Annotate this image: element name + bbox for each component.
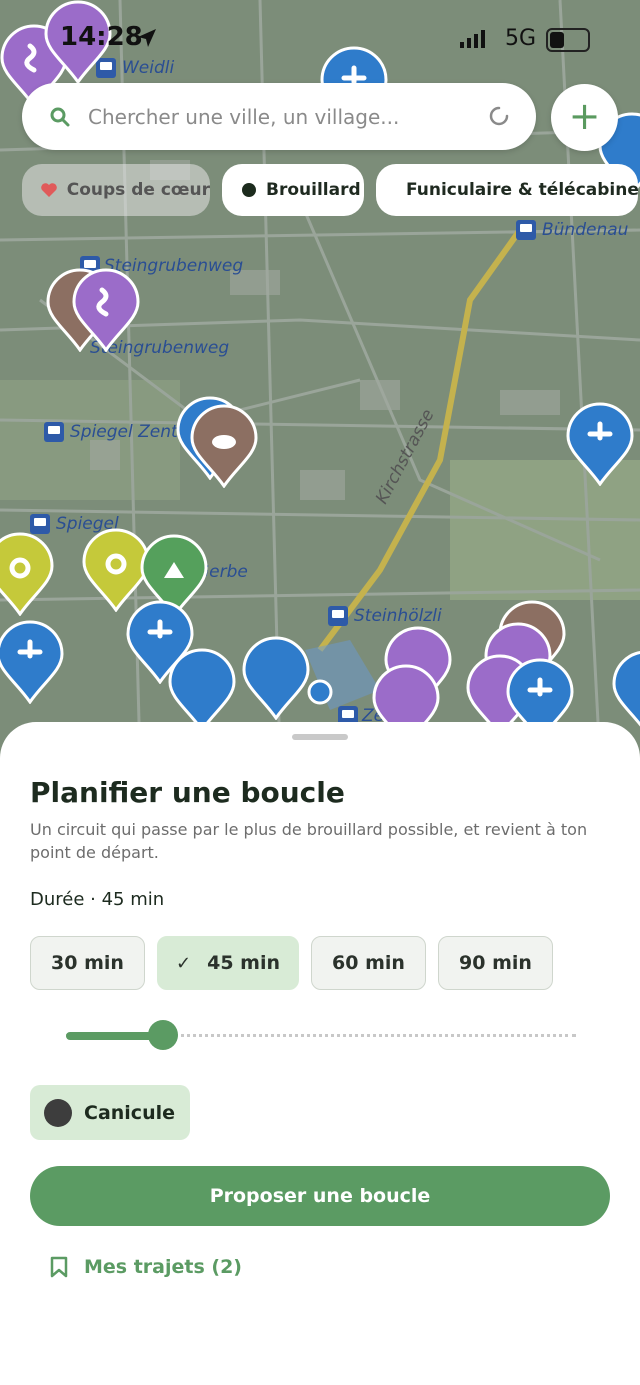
heart-icon [41,183,57,197]
filter-chip-label: Brouillard [266,180,361,200]
filter-chip-fog[interactable]: Brouillard [222,164,364,216]
filter-chip-label: Coups de cœur [66,180,210,200]
bus-stop-icon [44,422,64,442]
duration-option-label: 45 min [207,952,280,974]
search-bar[interactable]: Chercher une ville, un village... [22,83,536,150]
signal-icon [460,30,485,48]
battery-icon [546,28,590,52]
duration-30-button[interactable]: 30 min [30,936,145,990]
filter-chip-label: Funiculaire & télécabine [406,180,639,200]
search-icon [50,107,70,127]
cloud-pin-icon[interactable] [190,404,258,488]
filter-chip-funicular[interactable]: Funiculaire & télécabine [376,164,639,216]
cta-label: Proposer une boucle [209,1185,431,1207]
add-button[interactable]: + [551,84,618,151]
my-trips-link[interactable]: Mes trajets (2) [50,1256,242,1278]
plus-icon: + [568,94,601,138]
loading-spinner-icon [489,106,509,126]
filter-chip-favorites[interactable]: Coups de cœur [22,164,210,216]
viewpoint-pin-icon[interactable] [0,532,54,616]
duration-option-label: 90 min [459,952,532,974]
duration-45-button[interactable]: ✓ 45 min [157,936,299,990]
canicule-toggle[interactable]: Canicule [30,1085,190,1140]
sheet-title: Planifier une boucle [30,776,345,809]
map-label: Steinhölzli [354,606,442,626]
network-type: 5G [505,26,537,51]
fountain-pin-icon[interactable] [566,402,634,486]
sun-icon [44,1098,72,1127]
status-bar: 14:28 5G [0,0,640,76]
duration-option-label: 60 min [332,952,405,974]
slider-knob[interactable] [148,1020,178,1050]
fog-dot-icon [242,183,256,197]
fountain-pin-icon[interactable] [168,648,236,732]
duration-option-label: 30 min [51,952,124,974]
fountain-pin-icon[interactable] [612,650,640,734]
fountain-pin-icon[interactable] [242,636,310,720]
sheet-drag-handle[interactable] [292,734,348,740]
duration-60-button[interactable]: 60 min [311,936,426,990]
check-icon: ✓ [176,952,192,974]
bus-stop-icon [30,514,50,534]
funicular-pin-icon[interactable] [72,268,140,352]
plan-loop-sheet: Planifier une boucle Un circuit qui pass… [0,722,640,1385]
map-label: Bündenau [542,220,629,240]
trips-label: Mes trajets (2) [84,1256,242,1278]
bookmark-icon [50,1256,68,1278]
duration-90-button[interactable]: 90 min [438,936,553,990]
bus-stop-icon [516,220,536,240]
fountain-pin-icon[interactable] [0,620,64,704]
propose-loop-button[interactable]: Proposer une boucle [30,1166,610,1226]
canicule-label: Canicule [84,1101,175,1124]
search-input[interactable]: Chercher une ville, un village... [88,105,399,129]
location-arrow-icon [138,29,156,47]
clock: 14:28 [60,22,143,52]
sheet-description: Un circuit qui passe par le plus de brou… [30,820,588,862]
duration-label: Durée · 45 min [30,889,165,910]
bus-stop-icon [328,606,348,626]
duration-slider[interactable] [66,1020,576,1050]
